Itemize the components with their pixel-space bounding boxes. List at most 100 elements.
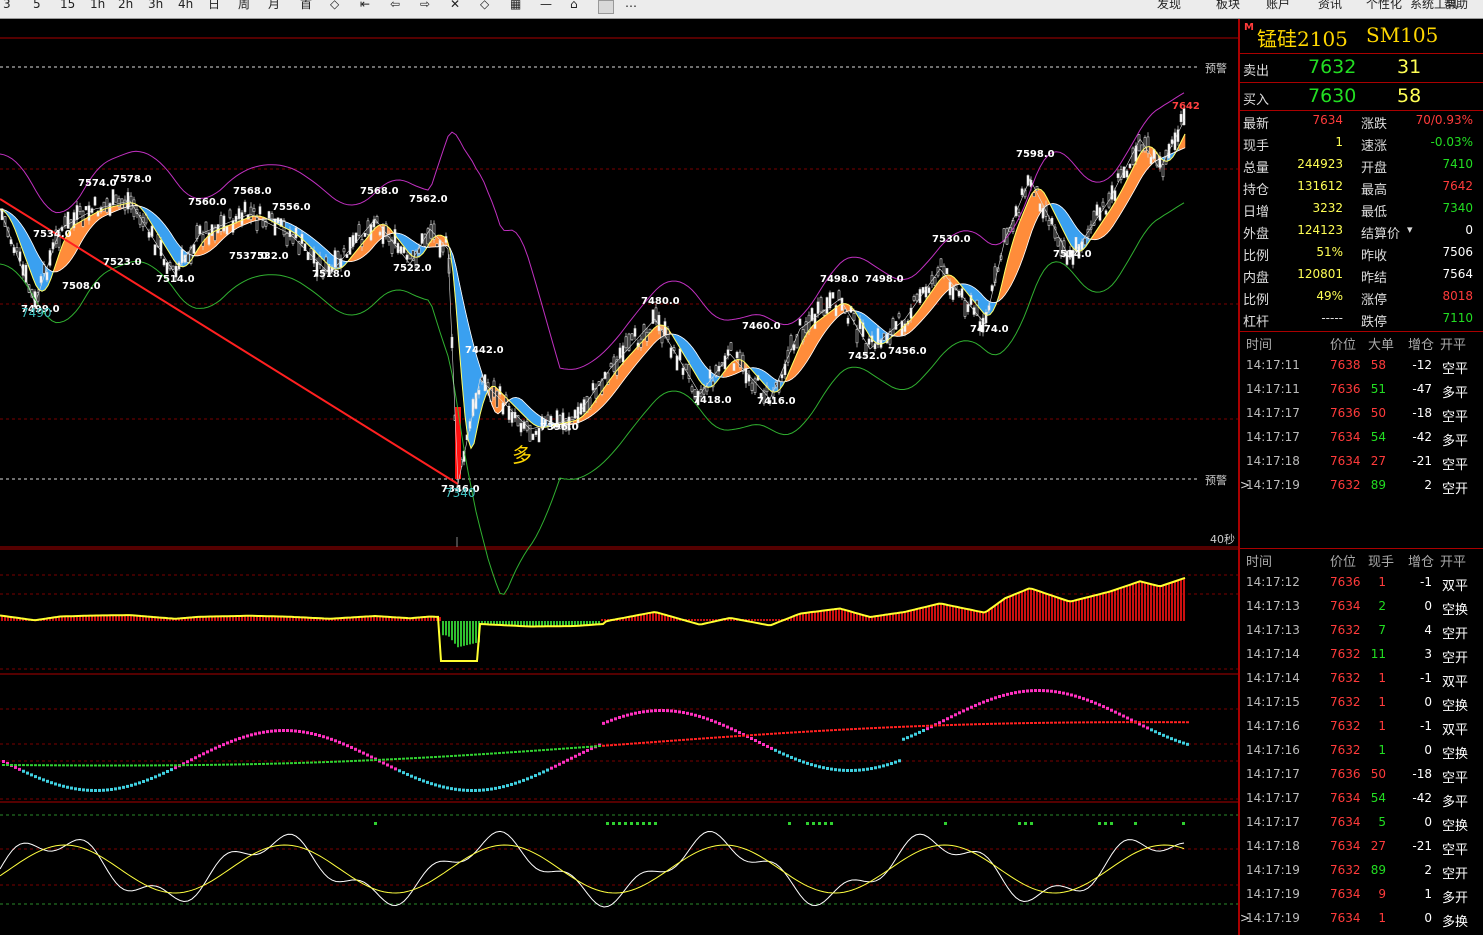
candle xyxy=(222,215,226,232)
toolbar-button-3[interactable]: 1h xyxy=(90,0,105,12)
trade-row[interactable]: 14:17:19 7632 89 2 空开 xyxy=(1240,860,1483,884)
indicator-dot xyxy=(682,711,685,715)
toolbar-button-14[interactable]: ⇨ xyxy=(420,0,430,12)
trade-row[interactable]: 14:17:17 7634 5 0 空换 xyxy=(1240,812,1483,836)
indicator-dot xyxy=(890,726,893,729)
indicator-dot xyxy=(1014,691,1017,695)
contract-header[interactable]: M 锰硅2105 SM105 xyxy=(1240,19,1483,53)
trade-row[interactable]: 14:17:18 7634 27 -21 空平 xyxy=(1240,451,1483,475)
indicator-dot xyxy=(458,788,461,792)
trade-row[interactable]: 14:17:19 7634 9 1 多开 xyxy=(1240,884,1483,908)
menu-item-6[interactable]: 帮助 xyxy=(1444,0,1468,12)
toolbar-button-1[interactable]: 5 xyxy=(33,0,41,12)
toolbar-color-swatch[interactable] xyxy=(598,0,614,14)
trade-row[interactable]: 14:17:17 7634 54 -42 多平 xyxy=(1240,788,1483,812)
trade-price: 7636 xyxy=(1330,767,1361,781)
toolbar-button-5[interactable]: 3h xyxy=(148,0,163,12)
toolbar-button-2[interactable]: 15 xyxy=(60,0,75,12)
trade-oi-change: -42 xyxy=(1412,430,1432,444)
signal-dot xyxy=(944,822,947,825)
indicator-dot xyxy=(754,739,757,743)
indicator-dot xyxy=(66,785,69,789)
macd-bar xyxy=(1183,578,1185,621)
indicator-dot xyxy=(522,750,525,753)
indicator-dot xyxy=(494,752,497,755)
toolbar-button-17[interactable]: ▦ xyxy=(510,0,521,12)
trade-row[interactable]: 14:17:12 7636 1 -1 双平 xyxy=(1240,572,1483,596)
indicator-dot xyxy=(490,752,493,755)
toolbar-button-9[interactable]: 月 xyxy=(268,0,280,12)
macd-bar xyxy=(703,619,705,621)
indicator-dot xyxy=(294,729,297,733)
trade-row[interactable]: 14:17:13 7632 7 4 空开 xyxy=(1240,620,1483,644)
toolbar-button-13[interactable]: ⇦ xyxy=(390,0,400,12)
indicator-dot xyxy=(318,734,321,738)
trade-row[interactable]: 14:17:17 7636 50 -18 空平 xyxy=(1240,764,1483,788)
menu-item-3[interactable]: 资讯 xyxy=(1318,0,1342,12)
trade-row[interactable]: 14:17:11 7636 51 -47 多平 xyxy=(1240,379,1483,403)
toolbar-button-6[interactable]: 4h xyxy=(178,0,193,12)
trade-row[interactable]: 14:17:13 7634 2 0 空换 xyxy=(1240,596,1483,620)
toolbar-button-19[interactable]: ⌂ xyxy=(570,0,578,12)
indicator-dot xyxy=(1082,721,1085,724)
trade-row[interactable]: 14:17:11 7638 58 -12 空平 xyxy=(1240,355,1483,379)
candle xyxy=(669,347,673,358)
trade-row[interactable]: 14:17:15 7632 1 0 空换 xyxy=(1240,692,1483,716)
trade-row[interactable]: 14:17:14 7632 1 -1 双平 xyxy=(1240,668,1483,692)
trade-row[interactable]: >14:17:19 7632 89 2 空开 xyxy=(1240,475,1483,499)
toolbar-button-7[interactable]: 日 xyxy=(208,0,220,12)
indicator-dot xyxy=(662,709,665,713)
indicator-dot xyxy=(170,768,173,772)
indicator-dot xyxy=(490,787,493,791)
indicator-dot xyxy=(906,736,909,740)
menu-item-1[interactable]: 板块 xyxy=(1216,0,1240,12)
indicator-dot xyxy=(1150,721,1153,724)
chart-area[interactable]: 7574.0 7578.0 7560.0 7568.0 7556.0 7568.0 7562… xyxy=(0,19,1238,935)
signal-dot xyxy=(630,822,633,825)
price-label: 7556.0 xyxy=(272,202,311,213)
toolbar-button-16[interactable]: ◇ xyxy=(480,0,489,12)
macd-bar xyxy=(1093,595,1095,621)
trade-row[interactable]: 14:17:16 7632 1 0 空换 xyxy=(1240,740,1483,764)
trade-row[interactable]: >14:17:19 7634 1 0 多换 xyxy=(1240,908,1483,932)
toolbar-button-11[interactable]: ◇ xyxy=(330,0,339,12)
toolbar-button-18[interactable]: — xyxy=(540,0,552,12)
quote-panel: M 锰硅2105 SM105 卖出 7632 31 买入 7630 58 最新 7… xyxy=(1238,19,1483,935)
settlement-dropdown-icon[interactable]: ▾ xyxy=(1407,223,1413,236)
indicator-dot xyxy=(646,741,649,744)
toolbar-button-4[interactable]: 2h xyxy=(118,0,133,12)
indicator-dot xyxy=(550,766,553,770)
indicator-dot xyxy=(302,730,305,734)
indicator-dot xyxy=(998,722,1001,725)
trade-row[interactable]: 14:17:14 7632 11 3 空开 xyxy=(1240,644,1483,668)
toolbar-button-10[interactable]: 首 xyxy=(300,0,312,12)
toolbar-button-8[interactable]: 周 xyxy=(238,0,250,12)
indicator-dot xyxy=(718,722,721,726)
signal-dot xyxy=(636,822,639,825)
candle xyxy=(477,389,481,395)
indicator-dot xyxy=(1174,738,1177,742)
indicator-dot xyxy=(666,740,669,743)
trade-row[interactable]: 14:17:18 7634 27 -21 空平 xyxy=(1240,836,1483,860)
trade-row[interactable]: 14:17:16 7632 1 -1 双平 xyxy=(1240,716,1483,740)
indicator-dot xyxy=(370,755,373,759)
indicator-dot xyxy=(174,764,177,767)
indicator-dot xyxy=(334,739,337,743)
indicator-dot xyxy=(230,763,233,766)
indicator-dot xyxy=(622,714,625,718)
indicator-dot xyxy=(194,756,197,760)
toolbar-more-icon[interactable]: … xyxy=(625,0,637,10)
menu-item-4[interactable]: 个性化 xyxy=(1366,0,1402,12)
menu-item-0[interactable]: 发现 xyxy=(1157,0,1181,12)
kline-chart[interactable]: 7574.07578.07560.07568.07556.07568.07562… xyxy=(0,19,1238,935)
menu-item-2[interactable]: 账户 xyxy=(1266,0,1290,12)
toolbar-button-12[interactable]: ⇤ xyxy=(360,0,370,12)
toolbar-button-0[interactable]: 3 xyxy=(3,0,11,12)
trade-row[interactable]: 14:17:17 7634 54 -42 多平 xyxy=(1240,427,1483,451)
indicator-dot xyxy=(226,763,229,766)
trade-row[interactable]: 14:17:17 7636 50 -18 空平 xyxy=(1240,403,1483,427)
indicator-dot xyxy=(466,788,469,792)
indicator-dot xyxy=(638,742,641,745)
toolbar-button-15[interactable]: ✕ xyxy=(450,0,460,12)
indicator-dot xyxy=(998,695,1001,699)
